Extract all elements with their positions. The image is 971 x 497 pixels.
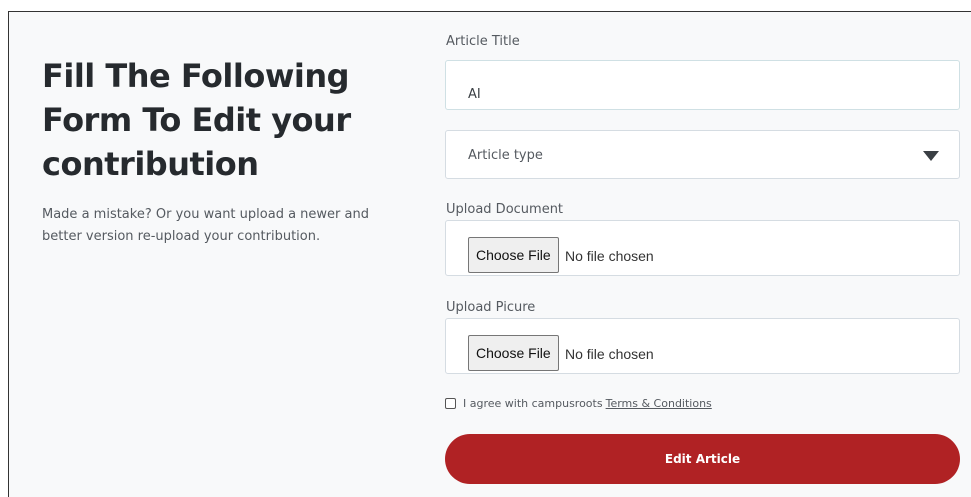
upload-document-field: Choose File No file chosen [445,220,960,276]
article-type-select[interactable]: Article type [445,130,960,179]
edit-article-button[interactable]: Edit Article [445,434,960,484]
upload-picture-field: Choose File No file chosen [445,318,960,374]
terms-agreement-row: I agree with campusroots Terms & Conditi… [445,397,712,410]
upload-picture-label: Upload Picure [446,300,536,315]
picture-file-status: No file chosen [565,346,654,362]
choose-document-button[interactable]: Choose File [468,237,559,273]
article-title-input[interactable]: AI [445,60,960,110]
terms-checkbox[interactable] [445,398,456,409]
terms-agree-text: I agree with campusroots [463,397,603,410]
caret-down-icon [923,151,939,161]
article-type-placeholder: Article type [468,148,543,163]
article-title-label: Article Title [446,34,520,49]
document-file-status: No file chosen [565,248,654,264]
page-description: Made a mistake? Or you want upload a new… [42,207,369,244]
choose-picture-button[interactable]: Choose File [468,335,559,371]
upload-document-label: Upload Document [446,202,564,217]
page-title: Fill The Following Form To Edit your con… [42,57,351,183]
terms-conditions-link[interactable]: Terms & Conditions [606,397,712,410]
article-title-value: AI [468,87,481,102]
